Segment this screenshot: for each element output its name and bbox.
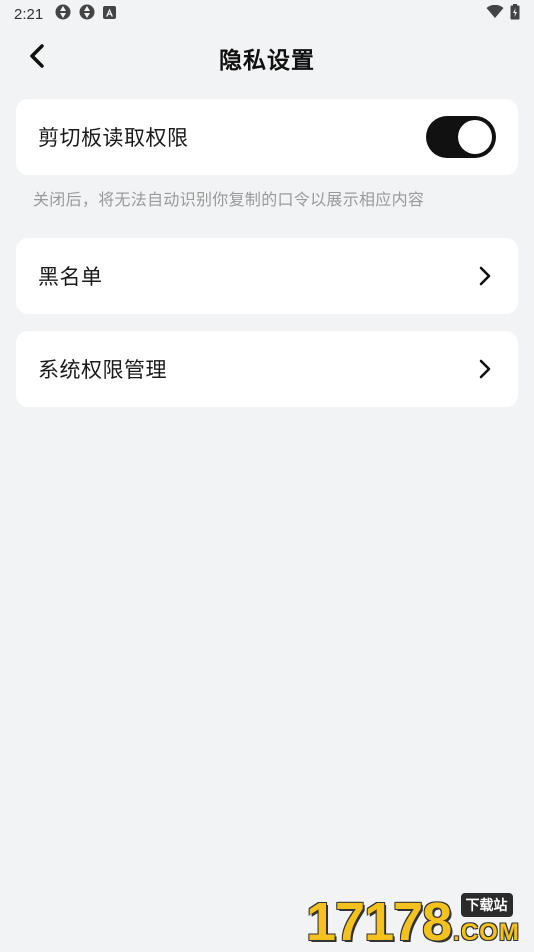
- clipboard-permission-control: [426, 116, 496, 158]
- status-left: 2:21: [14, 4, 116, 24]
- clipboard-permission-label: 剪切板读取权限: [38, 122, 189, 152]
- status-bar: 2:21: [0, 0, 534, 28]
- system-permissions-row[interactable]: 系统权限管理: [16, 331, 518, 407]
- status-time: 2:21: [14, 6, 43, 23]
- a-box-icon: [103, 5, 116, 23]
- back-button[interactable]: [20, 41, 54, 75]
- chevron-right-icon: [474, 265, 496, 287]
- aperture-icon: [55, 4, 71, 24]
- system-permissions-label: 系统权限管理: [38, 354, 167, 384]
- system-permissions-arrow: [474, 358, 496, 380]
- wifi-icon: [486, 5, 504, 23]
- status-right: [486, 4, 520, 24]
- clipboard-permission-row: 剪切板读取权限: [16, 99, 518, 175]
- toggle-knob: [458, 120, 492, 154]
- chevron-right-icon: [474, 358, 496, 380]
- clipboard-permission-toggle[interactable]: [426, 116, 496, 158]
- battery-icon: [510, 4, 520, 24]
- watermark-number: 17178: [306, 894, 451, 950]
- watermark-badge: 下载站: [461, 893, 513, 917]
- page-title: 隐私设置: [219, 41, 315, 75]
- blacklist-row[interactable]: 黑名单: [16, 238, 518, 314]
- app-header: 隐私设置: [0, 28, 534, 88]
- blacklist-arrow: [474, 265, 496, 287]
- aperture-icon: [79, 4, 95, 24]
- clipboard-hint-text: 关闭后，将无法自动识别你复制的口令以展示相应内容: [33, 186, 424, 210]
- watermark-side: 下载站 .COM: [453, 893, 520, 947]
- watermark-suffix: .COM: [453, 919, 520, 947]
- blacklist-label: 黑名单: [38, 261, 103, 291]
- watermark-logo: 17178 下载站 .COM: [306, 890, 532, 950]
- chevron-left-icon: [28, 43, 46, 73]
